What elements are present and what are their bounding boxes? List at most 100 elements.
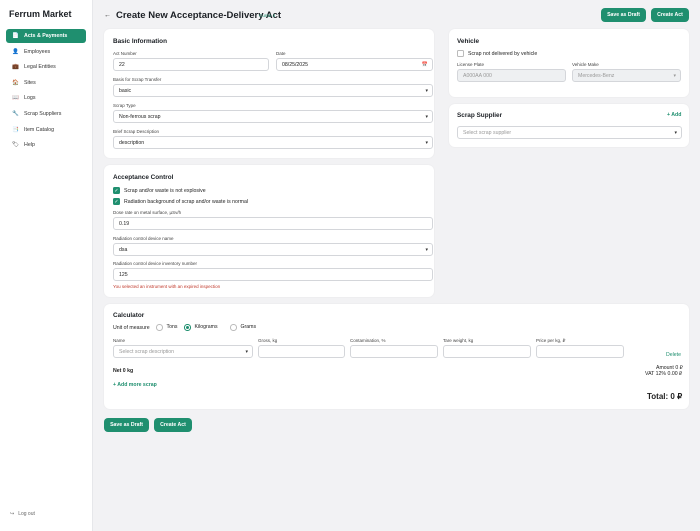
sidebar-item-help[interactable]: 🏷 Help — [6, 138, 86, 152]
dose-rate-input[interactable]: 0.19 — [113, 217, 433, 230]
logout-label: Log out — [18, 511, 35, 517]
basic-info-title: Basic Information — [113, 38, 167, 45]
delete-row-button[interactable]: Delete — [666, 352, 681, 358]
unit-radio-kilograms[interactable]: Kilograms — [184, 324, 218, 331]
radiation-normal-label: Radiation background of scrap and/or was… — [124, 198, 248, 205]
device-name-label: Radiation control device name — [113, 236, 174, 241]
sidebar-nav: 📄 Acts & Payments 👤 Employees 💼 Legal En… — [6, 29, 86, 154]
device-name-value: dsa — [119, 246, 128, 253]
contamination-input[interactable] — [350, 345, 438, 358]
gross-input[interactable] — [258, 345, 345, 358]
app-name: Ferrum Market — [9, 9, 72, 19]
sidebar-item-label: Logs — [24, 95, 36, 102]
scrap-supplier-placeholder: Select scrap supplier — [463, 129, 512, 136]
sidebar-item-label: Help — [24, 142, 35, 149]
vehicle-make-placeholder: Mercedes-Benz — [578, 72, 615, 79]
footer-create-act-button[interactable]: Create Act — [154, 418, 192, 432]
license-plate-input[interactable]: A000AA 000 — [457, 69, 566, 82]
license-plate-label: License Plate — [457, 62, 485, 67]
checkmark-icon: ✓ — [113, 187, 120, 194]
column-header-contamination: Contamination, % — [350, 338, 386, 343]
chevron-down-icon: ▾ — [245, 349, 248, 355]
back-arrow-icon[interactable]: ← — [104, 12, 111, 19]
brief-description-label: Brief Scrap Description — [113, 129, 160, 134]
logout-link[interactable]: ↪ Log out — [10, 511, 35, 517]
unit-label: Kilograms — [194, 324, 218, 331]
scrap-supplier-card: Scrap Supplier + Add Select scrap suppli… — [449, 104, 689, 147]
column-header-price: Price per kg, ₽ — [536, 338, 566, 343]
dose-rate-label: Dose rate on metal surface, µSv/h — [113, 210, 182, 215]
not-delivered-label: Scrap not delivered by vehicle — [468, 50, 538, 57]
calculator-card: Calculator Unit of measure Tons Kilogram… — [104, 304, 689, 409]
not-explosive-label: Scrap and/or waste is not explosive — [124, 187, 206, 194]
unit-of-measure-label: Unit of measure — [113, 325, 150, 331]
wrench-icon: 🔧 — [12, 110, 19, 117]
chevron-down-icon: ▾ — [425, 88, 428, 94]
checkmark-icon: ✓ — [113, 198, 120, 205]
footer-save-draft-button[interactable]: Save as Draft — [104, 418, 149, 432]
calculator-title: Calculator — [113, 312, 145, 319]
device-name-select[interactable]: dsa ▾ — [113, 243, 433, 256]
net-weight: Net 0 kg — [113, 368, 134, 374]
checkbox-box — [457, 50, 464, 57]
calendar-icon[interactable]: 📅 — [422, 62, 428, 68]
sidebar-item-label: Scrap Suppliers — [24, 110, 62, 117]
scrap-name-select[interactable]: Select scrap description ▾ — [113, 345, 253, 358]
unit-radio-tons[interactable]: Tons — [156, 324, 177, 331]
act-number-value: 22 — [119, 61, 125, 68]
create-act-button[interactable]: Create Act — [651, 8, 689, 22]
date-input[interactable]: 08/25/2025 📅 — [276, 58, 433, 71]
unit-label: Tons — [166, 324, 178, 331]
price-per-kg-input[interactable] — [536, 345, 624, 358]
add-supplier-button[interactable]: + Add — [667, 112, 681, 118]
brief-description-value: description — [119, 139, 145, 146]
act-number-input[interactable]: 22 — [113, 58, 269, 71]
sidebar-item-item-catalog[interactable]: 📑 Item Catalog — [6, 123, 86, 137]
unit-label: Grams — [240, 324, 257, 331]
scrap-type-select[interactable]: Non-ferrous scrap ▾ — [113, 110, 433, 123]
total-value: Total: 0 ₽ — [647, 392, 683, 401]
vehicle-make-label: Vehicle Make — [572, 62, 599, 67]
inventory-number-value: 125 — [119, 271, 128, 278]
chevron-down-icon: ▾ — [673, 73, 676, 79]
date-value: 08/25/2025 — [282, 61, 308, 68]
unit-radio-grams[interactable]: Grams — [230, 324, 256, 331]
brief-description-select[interactable]: description ▾ — [113, 136, 433, 149]
tare-weight-input[interactable] — [443, 345, 531, 358]
sidebar-item-legal-entities[interactable]: 💼 Legal Entities — [6, 60, 86, 74]
add-more-scrap-button[interactable]: + Add more scrap — [113, 382, 157, 388]
scrap-supplier-select[interactable]: Select scrap supplier ▾ — [457, 126, 682, 139]
radio-circle — [230, 324, 237, 331]
vehicle-card: Vehicle Scrap not delivered by vehicle L… — [449, 29, 689, 97]
scrap-type-value: Non-ferrous scrap — [119, 113, 161, 120]
logout-icon: ↪ — [10, 511, 15, 517]
sidebar-item-acts-payments[interactable]: 📄 Acts & Payments — [6, 29, 86, 43]
vehicle-title: Vehicle — [457, 38, 480, 45]
scrap-type-label: Scrap Type — [113, 103, 136, 108]
chevron-down-icon: ▾ — [425, 140, 428, 146]
not-explosive-checkbox[interactable]: ✓ Scrap and/or waste is not explosive — [113, 187, 206, 194]
briefcase-icon: 💼 — [12, 64, 19, 71]
inventory-number-label: Radiation control device inventory numbe… — [113, 261, 198, 266]
basis-label: Basis for Scrap Transfer — [113, 77, 162, 82]
sidebar-item-scrap-suppliers[interactable]: 🔧 Scrap Suppliers — [6, 107, 86, 121]
radiation-normal-checkbox[interactable]: ✓ Radiation background of scrap and/or w… — [113, 198, 248, 205]
sidebar-item-logs[interactable]: 📖 Logs — [6, 91, 86, 105]
radio-circle — [184, 324, 191, 331]
acceptance-control-title: Acceptance Control — [113, 174, 174, 181]
sidebar-item-employees[interactable]: 👤 Employees — [6, 45, 86, 59]
not-delivered-by-vehicle-checkbox[interactable]: Scrap not delivered by vehicle — [457, 50, 537, 57]
save-draft-button[interactable]: Save as Draft — [601, 8, 646, 22]
sidebar-item-sites[interactable]: 🏠 Sites — [6, 76, 86, 90]
person-icon: 👤 — [12, 48, 19, 55]
inventory-number-input[interactable]: 125 — [113, 268, 433, 281]
basis-select[interactable]: basic ▾ — [113, 84, 433, 97]
book-icon: 📖 — [12, 95, 19, 102]
chevron-down-icon: ▾ — [674, 130, 677, 136]
house-icon: 🏠 — [12, 79, 19, 86]
radio-circle — [156, 324, 163, 331]
vehicle-make-select[interactable]: Mercedes-Benz ▾ — [572, 69, 681, 82]
chevron-down-icon: ▾ — [425, 114, 428, 120]
dose-rate-value: 0.19 — [119, 220, 130, 227]
document-icon: 📄 — [12, 33, 19, 39]
